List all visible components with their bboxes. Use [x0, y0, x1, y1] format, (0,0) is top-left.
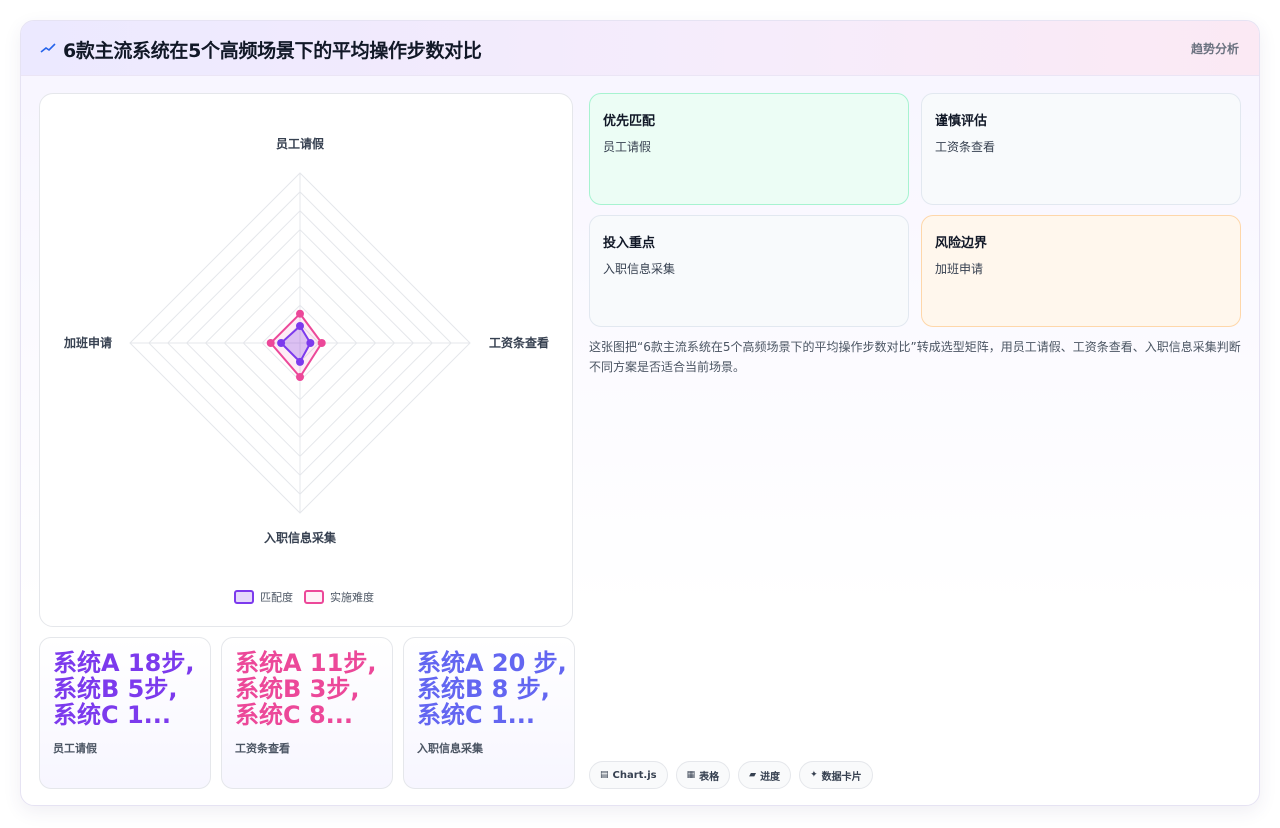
chip-progress[interactable]: ▰ 进度 — [738, 761, 792, 789]
chip-label: 进度 — [760, 771, 781, 783]
card-icon: ✦ — [810, 770, 818, 780]
radar-axis-label: 入职信息采集 — [264, 530, 337, 545]
card-value: 工资条查看 — [935, 140, 996, 154]
card-priority-match[interactable]: 优先匹配 员工请假 — [589, 93, 909, 205]
card-title: 风险边界 — [935, 236, 988, 251]
header-bar: 6款主流系统在5个高频场景下的平均操作步数对比 趋势分析 — [21, 21, 1259, 76]
chip-label: Chart.js — [612, 769, 657, 781]
radar-point[interactable] — [296, 309, 304, 318]
card-risk-boundary[interactable]: 风险边界 加班申请 — [921, 215, 1241, 327]
radar-axis-label: 工资条查看 — [489, 335, 549, 350]
table-icon: ▦ — [686, 770, 696, 780]
card-value: 入职信息采集 — [603, 262, 676, 276]
stat-value-text: 系统A 11步, 系统B 3步, 系统C 8... — [235, 649, 377, 729]
progress-icon: ▰ — [749, 770, 757, 780]
chip-data-card[interactable]: ✦ 数据卡片 — [799, 761, 873, 789]
card-careful-eval[interactable]: 谨慎评估 工资条查看 — [921, 93, 1241, 205]
trend-line-icon — [40, 43, 56, 53]
radar-point[interactable] — [296, 357, 304, 366]
stat-card-onboarding: 系统A 20 步, 系统B 8 步, 系统C 1... 入职信息采集 — [403, 637, 575, 789]
stat-card-label: 工资条查看 — [235, 742, 290, 755]
radar-point[interactable] — [317, 339, 326, 347]
dashboard-panel: 6款主流系统在5个高频场景下的平均操作步数对比 趋势分析 员工请假 工资条查看 入职… — [20, 20, 1260, 806]
page-title: 6款主流系统在5个高频场景下的平均操作步数对比 — [63, 40, 482, 62]
stat-card-label: 员工请假 — [53, 742, 97, 755]
radar-chart: 员工请假工资条查看入职信息采集 加班申请匹配度 实施难度 — [63, 136, 549, 604]
stat-value-text: 系统A 18步, 系统B 5步, 系统C 1... — [53, 649, 195, 729]
legend-swatch — [234, 590, 254, 604]
legend-label[interactable]: 匹配度 — [260, 590, 293, 604]
card-investment-focus[interactable]: 投入重点 入职信息采集 — [589, 215, 909, 327]
stat-value-text: 系统A 20 步, 系统B 8 步, 系统C 1... — [417, 649, 567, 729]
chip-label: 表格 — [699, 771, 720, 783]
radar-axis-label: 员工请假 — [276, 136, 325, 151]
stat-card-value: 系统A 18步, 系统B 5步, 系统C 1... 员工请假 — [53, 650, 203, 762]
radar-axis-label: 加班申请 — [63, 335, 112, 350]
radar-point[interactable] — [277, 339, 286, 347]
radar-point[interactable] — [266, 339, 275, 347]
card-title: 谨慎评估 — [935, 114, 988, 129]
legend-swatch — [304, 590, 324, 604]
stat-card-value: 系统A 20 步, 系统B 8 步, 系统C 1... 入职信息采集 — [417, 650, 567, 762]
tech-chips: ▤ Chart.js ▦ 表格 ▰ 进度 ✦ 数据卡片 — [589, 761, 873, 789]
stat-card-leave: 系统A 18步, 系统B 5步, 系统C 1... 员工请假 — [39, 637, 211, 789]
card-value: 加班申请 — [935, 262, 984, 276]
chart-icon: ▤ — [600, 770, 609, 780]
radar-chart-card: 员工请假工资条查看入职信息采集 加班申请匹配度 实施难度 — [39, 93, 573, 627]
legend-label[interactable]: 实施难度 — [330, 590, 374, 604]
stat-card-value: 系统A 11步, 系统B 3步, 系统C 8... 工资条查看 — [235, 650, 385, 762]
radar-point[interactable] — [296, 322, 304, 330]
radar-point[interactable] — [296, 373, 304, 381]
card-title: 优先匹配 — [603, 114, 656, 129]
chip-chartjs[interactable]: ▤ Chart.js — [589, 761, 668, 789]
trend-analysis-tag[interactable]: 趋势分析 — [1191, 40, 1239, 57]
card-title: 投入重点 — [603, 236, 656, 251]
chart-description: 这张图把“6款主流系统在5个高频场景下的平均操作步数对比”转成选型矩阵，用员工请… — [589, 340, 1241, 374]
chip-label: 数据卡片 — [821, 771, 862, 783]
card-value: 员工请假 — [603, 140, 652, 154]
chip-table[interactable]: ▦ 表格 — [675, 761, 731, 789]
stat-card-payslip: 系统A 11步, 系统B 3步, 系统C 8... 工资条查看 — [221, 637, 393, 789]
radar-point[interactable] — [306, 339, 315, 347]
stat-card-label: 入职信息采集 — [417, 742, 483, 755]
